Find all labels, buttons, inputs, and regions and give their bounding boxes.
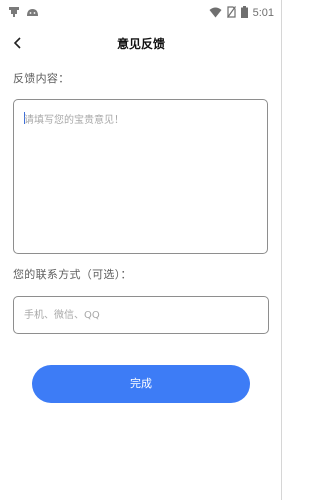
contact-input-container (13, 296, 269, 334)
app-bar: 意见反馈 (0, 20, 282, 68)
page-title: 意见反馈 (116, 37, 165, 51)
feedback-textarea[interactable] (14, 100, 267, 253)
submit-button[interactable]: 完成 (32, 365, 250, 403)
status-bar: 5:01 (0, 0, 282, 20)
feedback-content-label: 反馈内容： (13, 72, 70, 85)
feedback-screen: 5:01 意见反馈 反馈内容： 您的联系方式（可选）： 完成 (0, 0, 282, 500)
status-time: 5:01 (252, 6, 274, 19)
feedback-textarea-container (13, 99, 268, 254)
screen-edge-divider (281, 0, 282, 500)
contact-label: 您的联系方式（可选）： (13, 268, 132, 281)
contact-input[interactable] (14, 297, 268, 333)
